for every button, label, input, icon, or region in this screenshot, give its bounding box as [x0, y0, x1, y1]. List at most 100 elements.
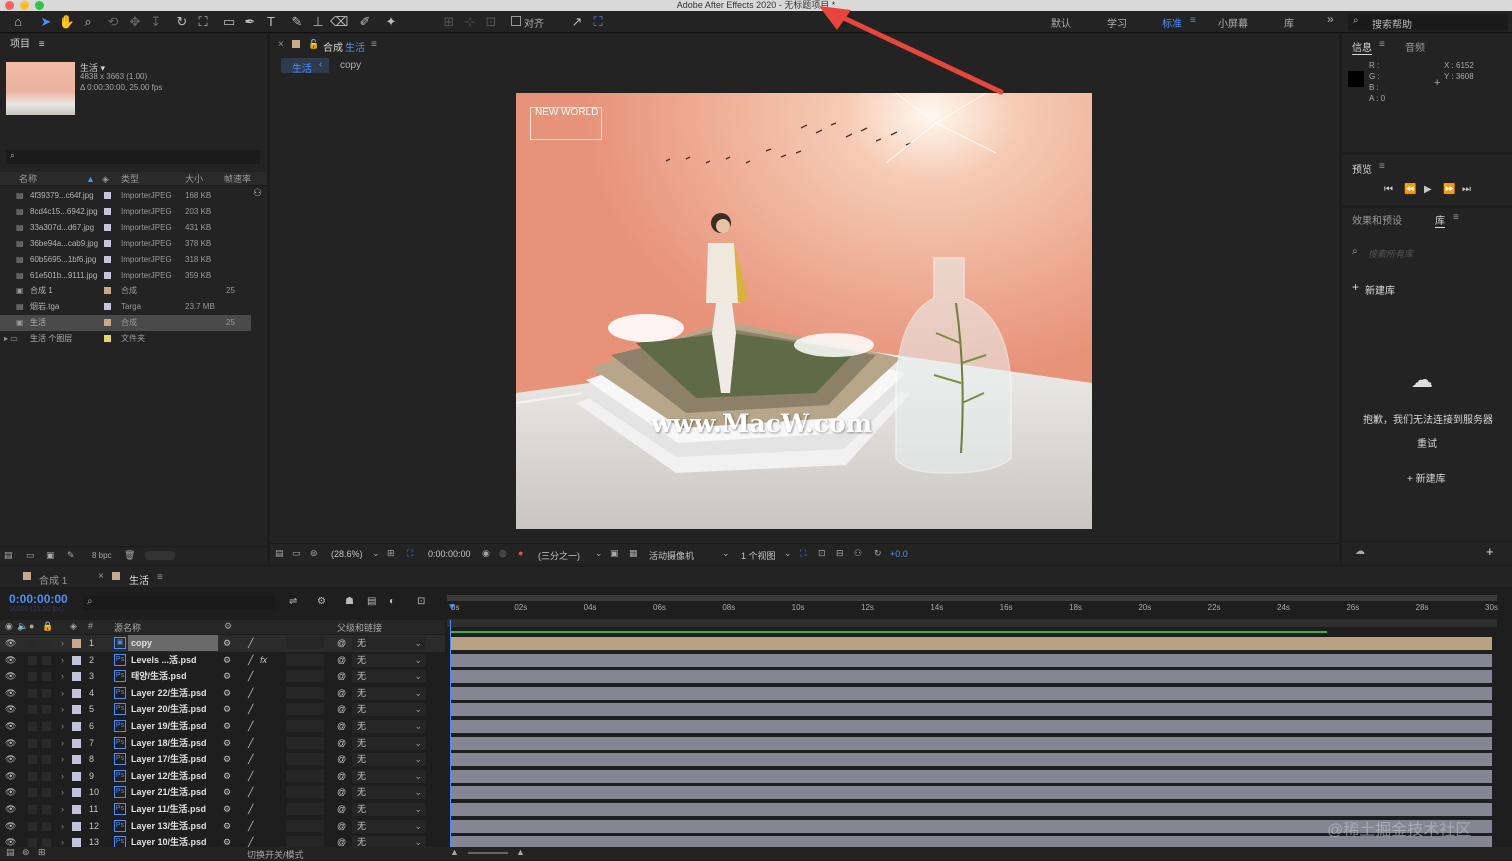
- toggle-pixel-aspect-icon[interactable]: ⛶: [800, 548, 806, 559]
- pickwhip-icon[interactable]: @: [337, 652, 346, 668]
- panel-menu-icon[interactable]: ≡: [39, 39, 45, 50]
- layer-row[interactable]: 👁 › 4 Ps Layer 22/生活.psd ⚙ ╱ @ 无 ⌄: [0, 685, 445, 702]
- parent-dropdown[interactable]: 无 ⌄: [352, 703, 426, 717]
- lock-icon[interactable]: 🔓: [308, 39, 319, 50]
- add-icon[interactable]: +: [1486, 544, 1494, 559]
- label-swatch[interactable]: [72, 771, 81, 781]
- retry-button[interactable]: 重试: [1417, 435, 1437, 450]
- hide-shy-layers-icon[interactable]: ☗: [345, 596, 354, 607]
- monitor-icon[interactable]: ▭: [292, 548, 301, 559]
- project-item[interactable]: ▤ 61e501b...9111.jpg ImporterJPEG 359 KB: [0, 268, 267, 284]
- label-swatch[interactable]: [104, 207, 111, 215]
- maximize-window-button[interactable]: [35, 1, 44, 10]
- effects-fx-icon[interactable]: fx: [260, 652, 267, 668]
- solo-toggle[interactable]: [28, 672, 37, 682]
- label-swatch[interactable]: [72, 705, 81, 715]
- label-col-icon[interactable]: ◈: [102, 172, 109, 186]
- parent-dropdown[interactable]: 无 ⌄: [352, 670, 426, 684]
- selection-tool-icon[interactable]: ➤: [37, 13, 55, 31]
- layer-name[interactable]: Layer 11/生活.psd: [128, 801, 218, 817]
- pickwhip-icon[interactable]: @: [337, 768, 346, 784]
- switch-cells[interactable]: [286, 753, 324, 766]
- label-swatch[interactable]: [104, 319, 111, 327]
- label-swatch[interactable]: [72, 788, 81, 798]
- quality-icon[interactable]: ╱: [248, 801, 253, 817]
- timeline-zoom-slider[interactable]: [468, 852, 508, 854]
- label-swatch[interactable]: [72, 722, 81, 731]
- layer-duration-bar[interactable]: [451, 720, 1492, 733]
- transfer-controls-icon[interactable]: ⊚: [22, 847, 30, 858]
- pan-tool-icon[interactable]: ✥: [126, 13, 144, 31]
- project-item[interactable]: ▤ 烟岩.tga Targa 23.7 MB: [0, 299, 267, 315]
- switch-cells[interactable]: [286, 819, 324, 832]
- layer-row[interactable]: 👁 › 6 Ps Layer 19/生活.psd ⚙ ╱ @ 无 ⌄: [0, 718, 445, 735]
- switches-col-icon[interactable]: ⚙: [224, 621, 232, 632]
- expand-chevron-icon[interactable]: ›: [61, 652, 64, 668]
- lock-toggle[interactable]: [42, 805, 51, 814]
- solo-toggle[interactable]: [28, 821, 37, 831]
- layer-duration-bar[interactable]: [451, 769, 1492, 783]
- panel-menu-icon[interactable]: ≡: [1379, 161, 1385, 172]
- composition-mini-flowchart-icon[interactable]: ⇌: [289, 596, 297, 607]
- collapse-transform-icon[interactable]: ⚙: [223, 735, 231, 751]
- pickwhip-icon[interactable]: @: [337, 801, 346, 817]
- layer-duration-bar[interactable]: [451, 637, 1492, 650]
- switch-cells[interactable]: [286, 686, 324, 699]
- local-axis-icon[interactable]: ⊞: [440, 13, 458, 31]
- orbit-tool-icon[interactable]: ⟲: [104, 13, 122, 31]
- expand-chevron-icon[interactable]: ›: [61, 768, 64, 784]
- new-library-link[interactable]: 新建库: [1365, 282, 1395, 297]
- snap-checkbox[interactable]: [511, 16, 521, 26]
- quality-icon[interactable]: ╱: [248, 718, 253, 734]
- views-dropdown[interactable]: 1 个视图: [741, 549, 776, 562]
- library-search-input[interactable]: 搜索所有库: [1368, 247, 1413, 260]
- solo-toggle[interactable]: [28, 788, 37, 798]
- col-fps[interactable]: 帧速率: [224, 172, 251, 186]
- zoom-in-icon[interactable]: ▲: [516, 847, 525, 857]
- info-tab[interactable]: 信息: [1352, 39, 1372, 55]
- switch-cells[interactable]: [286, 670, 324, 683]
- col-type[interactable]: 类型: [121, 172, 139, 186]
- layer-name[interactable]: 태양/生活.psd: [128, 668, 218, 684]
- label-swatch[interactable]: [72, 672, 81, 682]
- adjust-icon[interactable]: ✎: [67, 550, 75, 561]
- add-icon[interactable]: +: [1352, 280, 1359, 294]
- project-item[interactable]: ▣ 合成 1 合成 25: [0, 283, 267, 299]
- lock-col-icon[interactable]: 🔒: [42, 621, 53, 632]
- switch-cells[interactable]: [286, 720, 324, 732]
- parent-dropdown[interactable]: 无 ⌄: [352, 720, 426, 733]
- help-search-input[interactable]: 搜索帮助: [1372, 16, 1412, 31]
- first-frame-icon[interactable]: ⏮: [1384, 184, 1393, 195]
- parent-dropdown[interactable]: 无 ⌄: [352, 819, 426, 833]
- quality-icon[interactable]: ╱: [248, 685, 253, 701]
- solo-toggle[interactable]: [28, 755, 37, 765]
- pickwhip-icon[interactable]: @: [337, 685, 346, 701]
- eraser-tool-icon[interactable]: ⌫: [330, 13, 348, 31]
- label-swatch[interactable]: [72, 688, 81, 698]
- expand-chevron-icon[interactable]: ›: [61, 751, 64, 767]
- timeline-current-time[interactable]: 0:00:00:00: [9, 592, 68, 606]
- zoom-dropdown[interactable]: (28.6%): [331, 549, 363, 559]
- eye-icon[interactable]: 👁: [5, 784, 16, 800]
- close-window-button[interactable]: [5, 1, 14, 10]
- quality-icon[interactable]: ╱: [248, 751, 253, 767]
- project-item[interactable]: ▸ ▭ 生活 个图层 文件夹: [0, 331, 267, 347]
- work-area-bar[interactable]: [447, 595, 1497, 601]
- workspace-default[interactable]: 默认: [1051, 15, 1071, 30]
- parent-dropdown[interactable]: 无 ⌄: [352, 653, 426, 667]
- audio-tab[interactable]: 音频: [1405, 39, 1425, 54]
- solo-toggle[interactable]: [28, 805, 37, 814]
- collapse-transform-icon[interactable]: ⚙: [223, 818, 231, 834]
- layer-name[interactable]: Layer 12/生活.psd: [128, 768, 218, 784]
- project-item[interactable]: ▤ 8cd4c15...6942.jpg ImporterJPEG 203 KB: [0, 204, 267, 220]
- col-name[interactable]: 名称: [19, 172, 37, 186]
- layer-name[interactable]: Layer 19/生活.psd: [128, 718, 218, 734]
- region-of-interest-icon[interactable]: ▣: [610, 548, 619, 559]
- snapshot-icon[interactable]: ◉: [482, 548, 490, 559]
- quality-icon[interactable]: ╱: [248, 635, 253, 651]
- minimize-window-button[interactable]: [20, 1, 29, 10]
- show-snapshot-icon[interactable]: ◍: [499, 548, 507, 559]
- parent-dropdown[interactable]: 无 ⌄: [352, 736, 426, 750]
- col-parent[interactable]: 父级和链接: [337, 621, 382, 634]
- eye-icon[interactable]: 👁: [5, 635, 16, 651]
